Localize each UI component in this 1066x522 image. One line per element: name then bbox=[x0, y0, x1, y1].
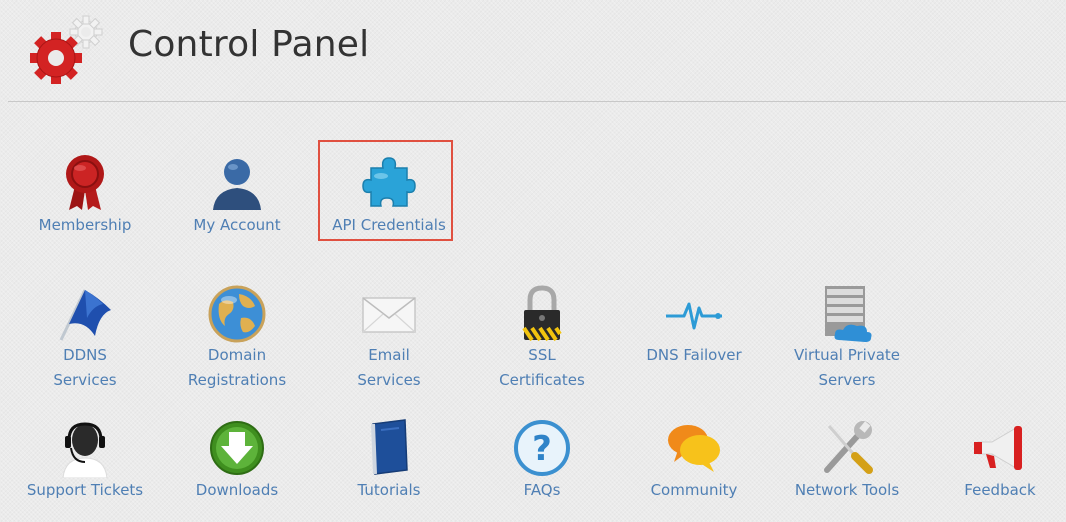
padlock-icon bbox=[512, 284, 572, 344]
tutorials-tile[interactable]: Tutorials bbox=[313, 418, 465, 508]
ssl-label-line1: SSL bbox=[528, 346, 556, 364]
notebook-icon bbox=[359, 418, 419, 478]
community-label: Community bbox=[650, 481, 738, 499]
heartbeat-icon bbox=[664, 284, 724, 344]
virtual-private-servers-tile[interactable]: Virtual Private Servers bbox=[771, 282, 923, 394]
ssl-certificates-tile[interactable]: SSL Certificates bbox=[466, 282, 618, 394]
header-divider bbox=[8, 101, 1066, 102]
my-account-tile[interactable]: My Account bbox=[161, 150, 313, 240]
ddns-label-line2: Services bbox=[53, 371, 117, 389]
wrench-screwdriver-icon bbox=[817, 418, 877, 478]
email-label-line1: Email bbox=[368, 346, 410, 364]
envelope-icon bbox=[359, 284, 419, 344]
support-tickets-label: Support Tickets bbox=[26, 481, 144, 499]
community-tile[interactable]: Community bbox=[618, 418, 770, 508]
dns-failover-label: DNS Failover bbox=[646, 346, 742, 364]
network-tools-label: Network Tools bbox=[794, 481, 900, 499]
vps-label-line2: Servers bbox=[818, 371, 876, 389]
download-arrow-icon bbox=[207, 418, 267, 478]
headset-icon bbox=[55, 418, 115, 478]
server-cloud-icon bbox=[817, 284, 877, 344]
downloads-label: Downloads bbox=[195, 481, 279, 499]
ssl-label-line2: Certificates bbox=[499, 371, 585, 389]
feedback-tile[interactable]: Feedback bbox=[924, 418, 1066, 508]
gears-logo-icon bbox=[26, 14, 106, 86]
selection-highlight bbox=[318, 140, 453, 241]
globe-icon bbox=[207, 284, 267, 344]
page-title: Control Panel bbox=[128, 24, 370, 65]
chat-bubbles-icon bbox=[664, 418, 724, 478]
ddns-services-tile[interactable]: DDNS Services bbox=[9, 282, 161, 394]
domain-label-line2: Registrations bbox=[187, 371, 287, 389]
ribbon-badge-icon bbox=[55, 152, 115, 212]
support-tickets-tile[interactable]: Support Tickets bbox=[9, 418, 161, 508]
page-header: Control Panel bbox=[0, 0, 1066, 102]
email-services-tile[interactable]: Email Services bbox=[313, 282, 465, 394]
faqs-label: FAQs bbox=[523, 481, 561, 499]
network-tools-tile[interactable]: Network Tools bbox=[771, 418, 923, 508]
membership-label: Membership bbox=[38, 216, 132, 234]
domain-label-line1: Domain bbox=[207, 346, 267, 364]
svg-text:?: ? bbox=[532, 429, 552, 469]
question-mark-icon: ? bbox=[512, 418, 572, 478]
ddns-label-line1: DDNS bbox=[63, 346, 107, 364]
my-account-label: My Account bbox=[193, 216, 281, 234]
megaphone-icon bbox=[970, 418, 1030, 478]
feedback-label: Feedback bbox=[964, 481, 1036, 499]
tutorials-label: Tutorials bbox=[357, 481, 421, 499]
membership-tile[interactable]: Membership bbox=[9, 150, 161, 240]
downloads-tile[interactable]: Downloads bbox=[161, 418, 313, 508]
faqs-tile[interactable]: ? FAQs bbox=[466, 418, 618, 508]
flag-icon bbox=[55, 284, 115, 344]
user-icon bbox=[207, 152, 267, 212]
email-label-line2: Services bbox=[357, 371, 421, 389]
vps-label-line1: Virtual Private bbox=[793, 346, 901, 364]
domain-registrations-tile[interactable]: Domain Registrations bbox=[161, 282, 313, 394]
dns-failover-tile[interactable]: DNS Failover bbox=[618, 282, 770, 394]
